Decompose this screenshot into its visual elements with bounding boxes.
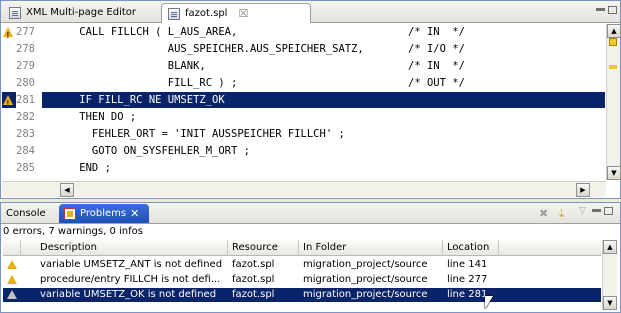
scroll-up-arrow-icon[interactable]: ▲ (603, 240, 617, 254)
tab-label: fazot.spl (185, 8, 228, 19)
cell-folder: migration_project/source (303, 259, 428, 270)
column-in-folder[interactable]: In Folder (299, 240, 443, 256)
scroll-down-arrow-icon[interactable]: ▼ (603, 296, 617, 310)
code-line[interactable]: 281 IF FILL_RC NE UMSETZ_OK (2, 92, 605, 112)
mouse-cursor-icon (485, 296, 493, 309)
code-text[interactable]: AUS_SPEICHER.AUS_SPEICHER_SATZ, /* I/O *… (54, 41, 465, 57)
tab-problems[interactable]: Problems ✕ (59, 204, 149, 223)
filter-icon[interactable]: ⇣ (557, 207, 566, 220)
problems-window-controls (589, 207, 613, 218)
cell-location: line 277 (447, 274, 488, 285)
tab-label: XML Multi-page Editor (26, 7, 137, 18)
cell-description: variable UMSETZ_ANT is not defined (40, 259, 223, 270)
scroll-up-arrow-icon[interactable]: ▲ (607, 24, 621, 38)
line-number: 280 (16, 77, 35, 89)
code-text[interactable]: THEN DO ; (54, 109, 136, 125)
scroll-right-arrow-icon[interactable]: ▶ (576, 183, 590, 197)
problems-vertical-scrollbar[interactable]: ▲ ▼ (602, 240, 617, 310)
warning-icon[interactable] (3, 27, 13, 44)
editor-tab-bar: XML Multi-page Editor fazot.spl ☒ (1, 1, 620, 23)
line-number: 277 (16, 26, 35, 38)
code-line[interactable]: 278 AUS_SPEICHER.AUS_SPEICHER_SATZ, /* I… (2, 41, 605, 57)
cell-resource: fazot.spl (232, 274, 275, 285)
warning-overview-marker[interactable] (609, 65, 617, 69)
minimize-icon[interactable] (596, 8, 605, 11)
code-text[interactable]: CALL FILLCH ( L_AUS_AREA, /* IN */ (54, 24, 465, 40)
maximize-icon[interactable] (604, 207, 613, 215)
line-number: 283 (16, 128, 35, 140)
line-number: 279 (16, 60, 35, 72)
scroll-down-arrow-icon[interactable]: ▼ (607, 166, 621, 180)
problems-pane: Console Problems ✕ ✖ ⇣ ▽ 0 errors, 7 war… (0, 202, 621, 313)
code-text[interactable]: BLANK, /* IN */ (54, 58, 465, 74)
tab-label: Console (6, 208, 46, 219)
cell-description: procedure/entry FILLCH is not defi... (40, 274, 221, 285)
close-icon[interactable]: ✕ (130, 207, 139, 220)
code-text[interactable]: FEHLER_ORT = 'INIT AUSSPEICHER FILLCH' ; (54, 126, 345, 142)
code-line[interactable]: 277 CALL FILLCH ( L_AUS_AREA, /* IN */ (2, 24, 605, 44)
warning-overview-icon[interactable] (609, 38, 617, 46)
cell-folder: migration_project/source (303, 289, 428, 300)
column-resource[interactable]: Resource (228, 240, 299, 256)
line-number: 278 (16, 43, 35, 55)
code-text[interactable]: FILL_RC ) ; /* OUT */ (54, 75, 465, 91)
file-icon (168, 7, 180, 20)
tab-label: Problems (80, 208, 127, 219)
tab-xml-multipage-editor[interactable]: XML Multi-page Editor (3, 3, 161, 22)
editor-vertical-scrollbar[interactable]: ▲ ▼ (606, 24, 621, 180)
line-number: 284 (16, 145, 35, 157)
code-text[interactable]: END ; (54, 160, 111, 176)
column-icon-header[interactable] (3, 240, 21, 256)
warning-icon[interactable] (3, 95, 13, 112)
warning-icon (7, 275, 17, 284)
code-line[interactable]: 284 GOTO ON_SYSFEHLER_M_ORT ; (2, 143, 605, 159)
remove-all-icon[interactable]: ✖ (539, 207, 548, 220)
cell-resource: fazot.spl (232, 259, 275, 270)
cell-folder: migration_project/source (303, 274, 428, 285)
table-row[interactable]: procedure/entry FILLCH is not defi... faz… (3, 273, 601, 287)
tab-console[interactable]: Console (1, 204, 59, 223)
line-number: 282 (16, 111, 35, 123)
code-line[interactable]: 280 FILL_RC ) ; /* OUT */ (2, 75, 605, 91)
table-header: Description Resource In Folder Location (3, 240, 601, 256)
code-line[interactable]: 285 END ; (2, 160, 605, 176)
cell-resource: fazot.spl (232, 289, 275, 300)
editor-window-controls (593, 6, 617, 17)
problems-icon (64, 207, 76, 220)
maximize-icon[interactable] (608, 6, 617, 14)
code-line[interactable]: 283 FEHLER_ORT = 'INIT AUSSPEICHER FILLC… (2, 126, 605, 142)
editor-horizontal-scrollbar[interactable]: ◀ ▶ (2, 181, 606, 197)
tab-fazot-spl[interactable]: fazot.spl ☒ (161, 3, 311, 23)
problems-tab-bar: Console Problems ✕ ✖ ⇣ ▽ (1, 203, 620, 224)
cell-location: line 141 (447, 259, 488, 270)
view-menu-icon[interactable]: ▽ (579, 206, 586, 216)
minimize-icon[interactable] (592, 209, 601, 212)
warning-icon (7, 290, 17, 299)
editor-view-icon (9, 6, 21, 19)
code-text[interactable]: IF FILL_RC NE UMSETZ_OK (54, 92, 224, 108)
code-editor[interactable]: 277 CALL FILLCH ( L_AUS_AREA, /* IN */27… (2, 24, 605, 180)
column-description[interactable]: Description (36, 240, 228, 256)
table-row[interactable]: variable UMSETZ_OK is not defined fazot.s… (3, 288, 601, 302)
problems-summary: 0 errors, 7 warnings, 0 infos (3, 226, 143, 237)
column-location[interactable]: Location (443, 240, 499, 256)
warning-icon (7, 260, 17, 269)
close-icon[interactable]: ☒ (238, 7, 248, 20)
cell-description: variable UMSETZ_OK is not defined (40, 289, 217, 300)
scroll-left-arrow-icon[interactable]: ◀ (60, 183, 74, 197)
table-row[interactable]: variable UMSETZ_ANT is not defined fazot.… (3, 258, 601, 272)
code-line[interactable]: 279 BLANK, /* IN */ (2, 58, 605, 74)
line-number: 285 (16, 162, 35, 174)
line-number: 281 (16, 92, 42, 108)
code-text[interactable]: GOTO ON_SYSFEHLER_M_ORT ; (54, 143, 250, 159)
code-line[interactable]: 282 THEN DO ; (2, 109, 605, 125)
editor-pane: XML Multi-page Editor fazot.spl ☒ 277 CA… (0, 0, 621, 199)
